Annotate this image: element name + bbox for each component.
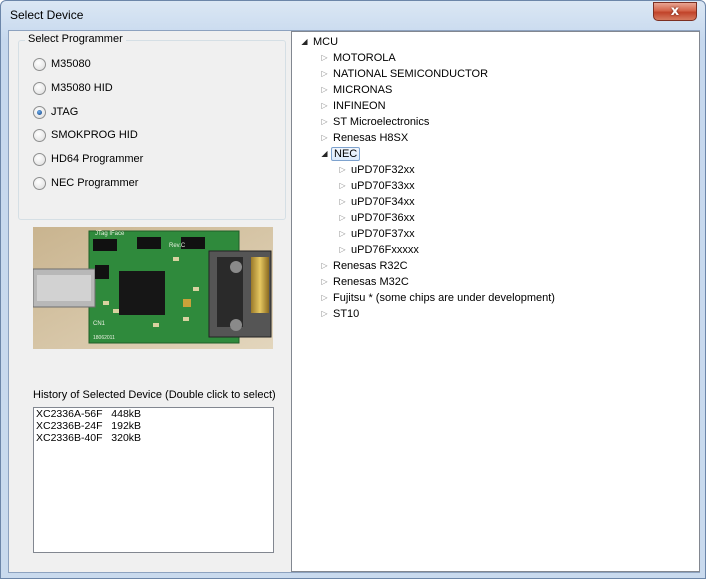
jtag-board-image: JTag IFace Rev.C CN1 18062011	[33, 227, 273, 349]
expand-arrow-icon[interactable]: ▷	[320, 261, 329, 270]
radio-label: JTAG	[51, 106, 79, 118]
tree-node-motorola[interactable]: ▷ MOTOROLA	[320, 50, 398, 65]
tree-node-label: MCU	[313, 35, 339, 48]
tree-node-label: uPD70F37xx	[351, 227, 415, 240]
tree-node-upd70f32xx[interactable]: ▷ uPD70F32xx	[338, 162, 417, 177]
expand-arrow-icon[interactable]: ▷	[320, 85, 329, 94]
tree-node-upd70f33xx[interactable]: ▷ uPD70F33xx	[338, 178, 417, 193]
close-icon: x	[670, 4, 680, 19]
tree-node-label: MICRONAS	[333, 83, 393, 96]
tree-node-label: Renesas H8SX	[333, 131, 409, 144]
expand-arrow-icon[interactable]: ▷	[338, 213, 347, 222]
tree-node-renesas-m32c[interactable]: ▷ Renesas M32C	[320, 274, 411, 289]
expand-arrow-icon[interactable]: ▷	[338, 197, 347, 206]
tree-node-nec[interactable]: ◢ NEC	[320, 146, 361, 161]
expand-arrow-icon[interactable]: ▷	[338, 165, 347, 174]
tree-node-renesas-h8sx[interactable]: ▷ Renesas H8SX	[320, 130, 410, 145]
tree-node-label: uPD70F36xx	[351, 211, 415, 224]
expand-arrow-icon[interactable]: ▷	[320, 69, 329, 78]
tree-node-label: INFINEON	[333, 99, 386, 112]
history-listbox[interactable]: XC2336A-56F 448kB XC2336B-24F 192kB XC23…	[33, 407, 274, 553]
expand-arrow-icon[interactable]: ▷	[338, 245, 347, 254]
tree-node-label: Renesas R32C	[333, 259, 408, 272]
tree-node-st10[interactable]: ▷ ST10	[320, 306, 361, 321]
select-programmer-label: Select Programmer	[25, 33, 126, 45]
device-tree[interactable]: ◢ MCU ▷ MOTOROLA ▷ NATIONAL SEMICONDUCTO…	[291, 31, 700, 572]
radio-button[interactable]	[33, 81, 46, 95]
expand-arrow-icon[interactable]: ▷	[320, 277, 329, 286]
collapse-arrow-icon[interactable]: ◢	[300, 37, 309, 46]
radio-smokprog-hid[interactable]: SMOKPROG HID	[33, 127, 138, 143]
tree-node-label: MOTOROLA	[333, 51, 396, 64]
board-label: Rev.C	[169, 243, 186, 249]
collapse-arrow-icon[interactable]: ◢	[320, 149, 329, 158]
expand-arrow-icon[interactable]: ▷	[338, 229, 347, 238]
tree-node-label: Renesas M32C	[333, 275, 409, 288]
radio-label: M35080	[51, 58, 91, 70]
radio-button[interactable]	[33, 176, 46, 190]
history-item[interactable]: XC2336B-40F 320kB	[34, 432, 273, 444]
radio-m35080[interactable]: M35080	[33, 56, 91, 72]
radio-button[interactable]	[33, 57, 46, 71]
radio-label: SMOKPROG HID	[51, 129, 138, 141]
board-label: JTag IFace	[95, 231, 125, 237]
tree-node-upd76fxxxxx[interactable]: ▷ uPD76Fxxxxx	[338, 242, 421, 257]
tree-node-label: NATIONAL SEMICONDUCTOR	[333, 67, 489, 80]
select-programmer-group: Select Programmer M35080 M35080 HID JTAG…	[18, 33, 286, 220]
tree-node-st-microelectronics[interactable]: ▷ ST Microelectronics	[320, 114, 431, 129]
expand-arrow-icon[interactable]: ▷	[320, 101, 329, 110]
tree-node-micronas[interactable]: ▷ MICRONAS	[320, 82, 394, 97]
expand-arrow-icon[interactable]: ▷	[320, 133, 329, 142]
radio-button[interactable]	[33, 152, 46, 166]
radio-label: NEC Programmer	[51, 177, 139, 189]
expand-arrow-icon[interactable]: ▷	[338, 181, 347, 190]
radio-label: HD64 Programmer	[51, 153, 144, 165]
tree-node-label: uPD76Fxxxxx	[351, 243, 419, 256]
tree-node-label: uPD70F33xx	[351, 179, 415, 192]
tree-node-label-selected: NEC	[331, 146, 361, 161]
title-bar[interactable]: Select Device x	[1, 1, 705, 30]
tree-node-label: ST10	[333, 307, 360, 320]
radio-button[interactable]	[33, 128, 46, 142]
radio-hd64-programmer[interactable]: HD64 Programmer	[33, 151, 143, 167]
radio-jtag[interactable]: JTAG	[33, 104, 78, 120]
tree-node-upd70f34xx[interactable]: ▷ uPD70F34xx	[338, 194, 417, 209]
history-label: History of Selected Device (Double click…	[33, 389, 276, 401]
tree-node-label: uPD70F32xx	[351, 163, 415, 176]
dialog-window: Select Device x Select Programmer M35080…	[0, 0, 706, 579]
tree-node-mcu[interactable]: ◢ MCU	[300, 34, 340, 49]
tree-node-upd70f37xx[interactable]: ▷ uPD70F37xx	[338, 226, 417, 241]
radio-nec-programmer[interactable]: NEC Programmer	[33, 175, 138, 191]
tree-node-infineon[interactable]: ▷ INFINEON	[320, 98, 388, 113]
close-button[interactable]: x	[653, 2, 697, 21]
board-label: 18062011	[93, 335, 115, 341]
history-item[interactable]: XC2336B-24F 192kB	[34, 420, 273, 432]
board-label: CN1	[93, 321, 106, 327]
expand-arrow-icon[interactable]: ▷	[320, 293, 329, 302]
history-item[interactable]: XC2336A-56F 448kB	[34, 408, 273, 420]
tree-node-renesas-r32c[interactable]: ▷ Renesas R32C	[320, 258, 410, 273]
programmer-photo: JTag IFace Rev.C CN1 18062011	[33, 227, 273, 349]
window-title: Select Device	[10, 8, 84, 22]
tree-node-fujitsu[interactable]: ▷ Fujitsu * (some chips are under develo…	[320, 290, 557, 305]
radio-label: M35080 HID	[51, 82, 113, 94]
tree-node-upd70f36xx[interactable]: ▷ uPD70F36xx	[338, 210, 417, 225]
tree-node-label: Fujitsu * (some chips are under developm…	[333, 291, 555, 304]
expand-arrow-icon[interactable]: ▷	[320, 53, 329, 62]
tree-node-label: ST Microelectronics	[333, 115, 430, 128]
tree-node-label: uPD70F34xx	[351, 195, 415, 208]
expand-arrow-icon[interactable]: ▷	[320, 309, 329, 318]
radio-button-checked[interactable]	[33, 105, 46, 119]
expand-arrow-icon[interactable]: ▷	[320, 117, 329, 126]
radio-m35080-hid[interactable]: M35080 HID	[33, 80, 113, 96]
tree-node-national-semiconductor[interactable]: ▷ NATIONAL SEMICONDUCTOR	[320, 66, 490, 81]
dialog-client-area: Select Programmer M35080 M35080 HID JTAG…	[8, 30, 700, 573]
